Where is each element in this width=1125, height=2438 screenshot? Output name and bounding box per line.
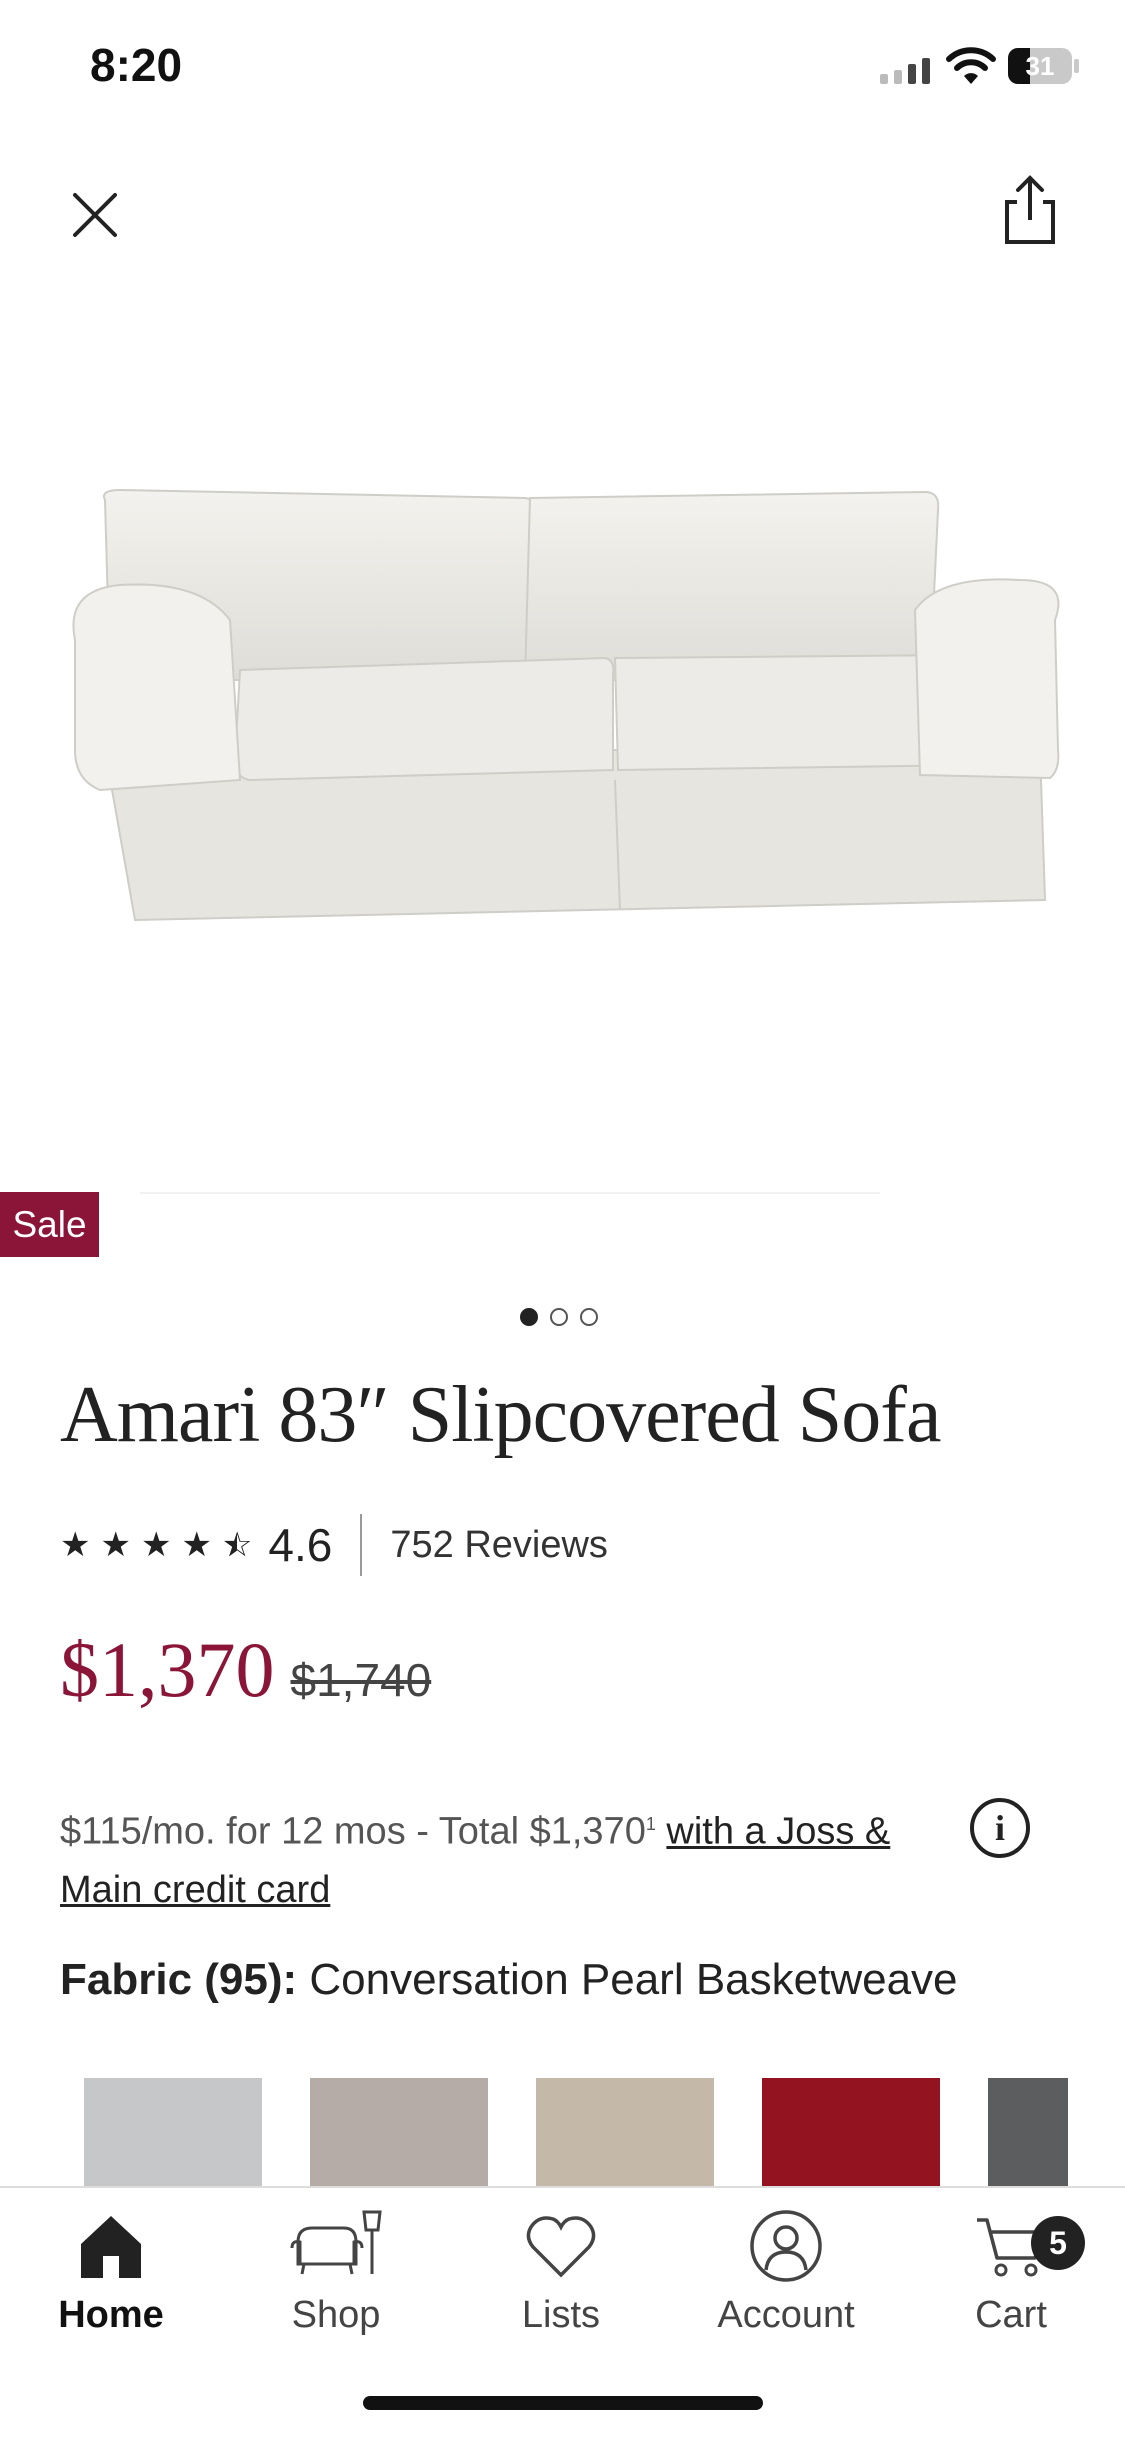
tab-lists[interactable]: Lists	[461, 2206, 661, 2337]
battery-icon: 31	[1008, 48, 1079, 84]
tab-label: Lists	[521, 2294, 601, 2336]
sale-badge: Sale	[0, 1192, 99, 1257]
tab-label: Cart	[975, 2294, 1047, 2336]
fabric-count-label: Fabric (95):	[60, 1955, 298, 2004]
carousel-dot[interactable]	[580, 1308, 598, 1326]
fabric-selector-label: Fabric (95): Conversation Pearl Basketwe…	[60, 1955, 958, 2005]
sale-price: $1,370	[60, 1626, 275, 1713]
battery-level: 31	[1025, 50, 1055, 81]
rating-stars: ★ ★ ★ ★ ☆ ★	[60, 1525, 252, 1565]
share-icon	[1005, 175, 1055, 244]
signal-icon	[880, 50, 936, 91]
fabric-swatch[interactable]	[762, 2078, 940, 2186]
shop-icon	[236, 2206, 436, 2286]
fabric-value: Conversation Pearl Basketweave	[309, 1955, 958, 2004]
tab-label: Account	[717, 2294, 855, 2336]
star-icon: ★	[100, 1526, 131, 1564]
fabric-swatch[interactable]	[536, 2078, 714, 2186]
original-price: $1,740	[290, 1654, 432, 1706]
financing-text: $115/mo. for 12 mos - Total $1,3701 with…	[60, 1795, 940, 1919]
close-button[interactable]	[60, 180, 130, 250]
financing-footnote: 1	[645, 1814, 656, 1834]
carousel-dot[interactable]	[550, 1308, 568, 1326]
tab-account[interactable]: Account	[686, 2206, 886, 2337]
rating-value: 4.6	[268, 1519, 333, 1571]
wifi-icon	[945, 46, 997, 91]
product-title: Amari 83″ Slipcovered Sofa	[60, 1371, 941, 1459]
tab-cart[interactable]: 5 Cart	[911, 2206, 1111, 2337]
half-star-icon: ☆ ★	[221, 1526, 253, 1564]
image-divider	[140, 1192, 880, 1194]
tab-home[interactable]: Home	[11, 2206, 211, 2337]
cart-count-badge: 5	[1031, 2216, 1085, 2270]
reviews-link[interactable]: 752 Reviews	[390, 1524, 608, 1567]
rating-divider	[360, 1514, 363, 1576]
product-image[interactable]	[60, 460, 1070, 940]
image-carousel-dots[interactable]	[520, 1308, 598, 1326]
home-icon	[11, 2206, 211, 2286]
carousel-dot[interactable]	[520, 1308, 538, 1326]
fabric-swatches	[84, 2078, 1068, 2186]
star-icon: ★	[140, 1526, 172, 1564]
heart-icon	[461, 2206, 661, 2286]
rating-row[interactable]: ★ ★ ★ ★ ☆ ★ 4.6 752 Reviews	[60, 1514, 608, 1576]
star-icon: ★	[181, 1526, 212, 1564]
sofa-image	[72, 488, 1060, 922]
close-icon	[73, 193, 117, 237]
info-button[interactable]: i	[970, 1798, 1030, 1858]
price-row: $1,370 $1,740	[60, 1625, 431, 1715]
fabric-swatch[interactable]	[310, 2078, 488, 2186]
star-icon: ★	[60, 1526, 91, 1564]
home-indicator[interactable]	[363, 2396, 763, 2410]
fabric-swatch[interactable]	[988, 2078, 1068, 2186]
info-icon: i	[994, 1808, 1005, 1848]
tab-label: Shop	[291, 2294, 381, 2336]
share-button[interactable]	[995, 170, 1065, 250]
financing-offer: $115/mo. for 12 mos - Total $1,370	[60, 1810, 646, 1853]
tab-shop[interactable]: Shop	[236, 2206, 436, 2337]
tab-label: Home	[58, 2294, 164, 2336]
fabric-swatch[interactable]	[84, 2078, 262, 2186]
account-icon	[686, 2206, 886, 2286]
status-time: 8:20	[90, 39, 183, 91]
